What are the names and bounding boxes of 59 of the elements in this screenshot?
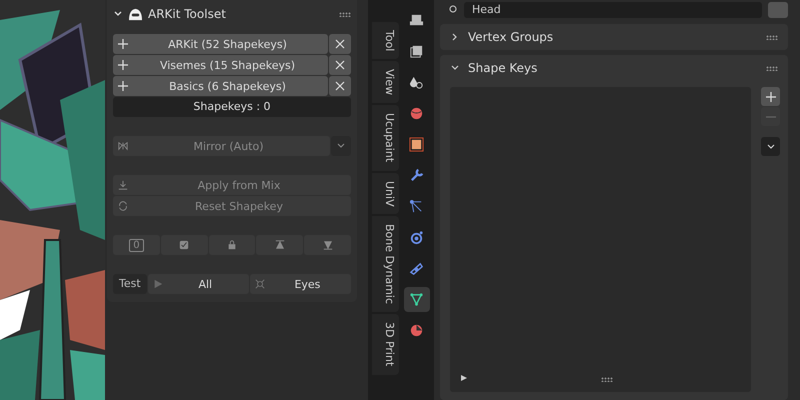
preset-button[interactable]: ARKit (52 Shapekeys) [113,34,328,54]
bulb-icon[interactable] [448,5,458,15]
caret-icon [766,142,776,152]
drag-handle-icon[interactable] [339,12,351,16]
menu-button[interactable] [761,137,780,156]
preset-button[interactable]: Basics (6 Shapekeys) [113,76,328,96]
download-icon [118,180,128,190]
name-field[interactable]: Head [464,2,762,18]
play-icon [152,279,163,289]
remove-button[interactable] [329,34,351,54]
resize-handle-icon[interactable] [600,377,612,382]
move-bottom-icon [322,240,333,250]
target-icon [254,279,265,289]
globe-icon [409,106,424,121]
drag-handle-icon[interactable] [766,66,778,70]
plus-icon [766,92,776,102]
close-icon [335,81,345,91]
sphere-icon [409,323,424,338]
square-icon [409,137,424,152]
sidebar-tab[interactable]: UniV [372,172,399,214]
add-button[interactable] [761,87,780,106]
remove-button[interactable] [329,76,351,96]
close-icon [335,39,345,49]
close-icon [335,60,345,70]
sidebar-tab[interactable]: Tool [372,22,399,60]
panel-title: Shape Keys [468,61,538,75]
flag-icon[interactable] [460,374,468,382]
triangle-icon [409,292,424,307]
move-top-icon [274,240,285,250]
panel-title: Vertex Groups [468,30,554,44]
refresh-icon [118,201,128,211]
sidebar-tab[interactable]: View [372,61,399,104]
image-icon [409,44,424,59]
lock-icon [226,240,237,250]
wrench-icon [409,168,424,183]
sidebar-tab[interactable]: Bone Dynamic [372,216,399,312]
butterfly-icon [118,141,128,151]
orbit-icon [409,230,424,245]
test-button[interactable]: All [148,274,249,294]
panel-title: ARKit Toolset [148,7,227,21]
link-icon [409,261,424,276]
drops-icon [409,75,424,90]
hood-icon [128,8,143,20]
shapekey-count: Shapekeys : 0 [113,97,351,117]
printer-icon [409,13,424,28]
plus-icon [118,39,128,49]
remove-button[interactable] [329,55,351,75]
mesh-tab[interactable] [404,287,430,312]
drag-handle-icon[interactable] [766,34,778,40]
test-label: Test [113,274,147,294]
checkbox-icon [179,240,190,250]
preset-button[interactable]: Visemes (15 Shapekeys) [113,55,328,75]
sidebar-tab[interactable]: Ucupaint [372,105,399,171]
plus-icon [118,81,128,91]
nodes-icon [409,199,424,214]
dropdown-button[interactable] [331,136,351,156]
test-button[interactable]: Eyes [250,274,352,294]
plus-icon [118,60,128,70]
sidebar-tab[interactable]: 3D Print [372,314,399,375]
